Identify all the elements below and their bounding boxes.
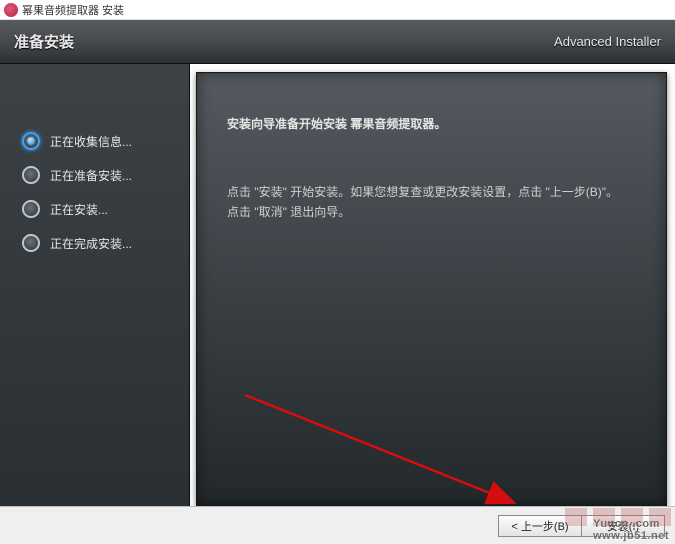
window-title: 幂果音频提取器 安装	[22, 2, 124, 18]
footer-bar: < 上一步(B) 安装(I) Yuucn .com www.jb51.net	[0, 506, 675, 544]
sidebar: 正在收集信息... 正在准备安装... 正在安装... 正在完成安装...	[0, 64, 190, 506]
page-heading: 准备安装	[14, 31, 74, 52]
step-indicator-icon	[22, 132, 40, 150]
step-label: 正在收集信息...	[50, 133, 132, 150]
step-indicator-icon	[22, 200, 40, 218]
step-label: 正在完成安装...	[50, 235, 132, 252]
ready-message: 安装向导准备开始安装 幂果音频提取器。	[227, 115, 636, 132]
body: 正在收集信息... 正在准备安装... 正在安装... 正在完成安装... 安装…	[0, 64, 675, 506]
header-bar: 准备安装 Advanced Installer	[0, 20, 675, 64]
step-label: 正在准备安装...	[50, 167, 132, 184]
step-indicator-icon	[22, 234, 40, 252]
step-indicator-icon	[22, 166, 40, 184]
watermark-text: Yuucn .com www.jb51.net	[593, 518, 669, 542]
step-prepare: 正在准备安装...	[0, 158, 189, 192]
step-collect: 正在收集信息...	[0, 124, 189, 158]
main-panel: 安装向导准备开始安装 幂果音频提取器。 点击 "安装" 开始安装。如果您想复查或…	[196, 72, 667, 506]
main-content: 安装向导准备开始安装 幂果音频提取器。 点击 "安装" 开始安装。如果您想复查或…	[197, 73, 666, 243]
step-finish: 正在完成安装...	[0, 226, 189, 260]
step-install: 正在安装...	[0, 192, 189, 226]
installer-brand: Advanced Installer	[554, 34, 661, 49]
titlebar: 幂果音频提取器 安装	[0, 0, 675, 20]
installer-window: 幂果音频提取器 安装 准备安装 Advanced Installer 正在收集信…	[0, 0, 675, 544]
step-label: 正在安装...	[50, 201, 108, 218]
app-icon	[4, 3, 18, 17]
instruction-text: 点击 "安装" 开始安装。如果您想复查或更改安装设置，点击 "上一步(B)"。点…	[227, 182, 627, 223]
